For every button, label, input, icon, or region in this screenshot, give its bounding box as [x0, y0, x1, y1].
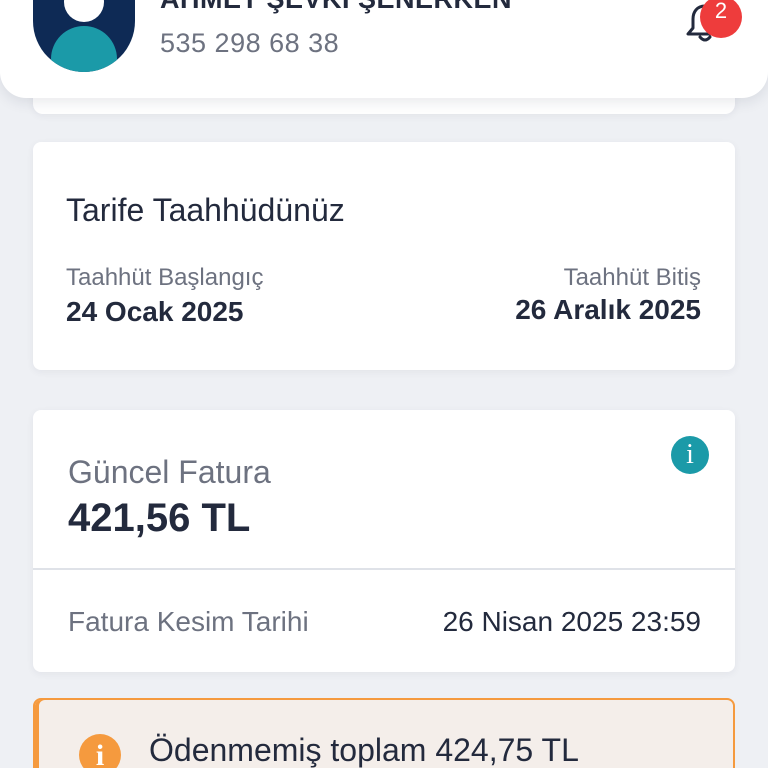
profile-header: AHMET ŞEVKİ ŞENERKEN 535 298 68 38 2 — [0, 0, 768, 98]
invoice-cutoff-date: 26 Nisan 2025 23:59 — [442, 606, 701, 637]
tariff-commitment-card: Tarife Taahhüdünüz Taahhüt Başlangıç 24 … — [33, 142, 735, 370]
avatar-head — [64, 0, 104, 22]
user-avatar-icon[interactable] — [33, 0, 135, 72]
warning-info-icon: i — [79, 734, 121, 768]
avatar-body — [51, 26, 117, 72]
user-name: AHMET ŞEVKİ ŞENERKEN — [160, 0, 512, 15]
info-icon[interactable]: i — [671, 436, 709, 474]
commitment-start-label: Taahhüt Başlangıç — [66, 264, 264, 291]
commitment-end-date: 26 Aralık 2025 — [515, 294, 701, 325]
unpaid-total-text: Ödenmemiş toplam 424,75 TL — [149, 732, 579, 768]
tariff-title: Tarife Taahhüdünüz — [66, 192, 345, 228]
invoice-amount: 421,56 TL — [68, 496, 251, 540]
card-divider — [33, 568, 735, 570]
unpaid-total-banner[interactable]: i Ödenmemiş toplam 424,75 TL — [33, 698, 735, 768]
current-invoice-card[interactable]: Güncel Fatura 421,56 TL i Fatura Kesim T… — [33, 410, 735, 672]
commitment-start-date: 24 Ocak 2025 — [66, 296, 244, 327]
notification-count-badge[interactable]: 2 — [700, 0, 742, 38]
invoice-label: Güncel Fatura — [68, 454, 271, 490]
user-phone-number: 535 298 68 38 — [160, 28, 340, 58]
commitment-end-label: Taahhüt Bitiş — [563, 264, 701, 291]
invoice-cutoff-label: Fatura Kesim Tarihi — [68, 606, 309, 637]
